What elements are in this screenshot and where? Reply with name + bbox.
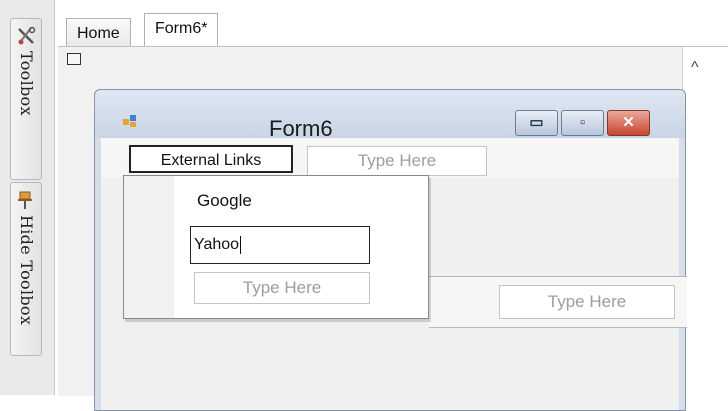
tab-home[interactable]: Home	[66, 18, 131, 49]
form-title-bar[interactable]: Form6 ▭ ▫ ✕	[95, 90, 685, 141]
scroll-up-icon[interactable]: ^	[691, 59, 699, 77]
dropdown-image-margin	[124, 176, 174, 318]
menu-item-yahoo-text: Yahoo	[194, 236, 240, 253]
tab-form6-label: Form6*	[155, 20, 208, 37]
menu-type-here[interactable]: Type Here	[307, 146, 487, 176]
toolbox-tab[interactable]: Toolbox	[10, 18, 42, 180]
text-caret	[240, 235, 242, 254]
menu-item-external-links[interactable]: External Links	[129, 145, 293, 173]
vertical-scrollbar[interactable]: ^	[682, 47, 728, 396]
hide-toolbox-tab[interactable]: Hide Toolbox	[10, 182, 42, 356]
menu-item-google[interactable]: Google	[197, 191, 252, 211]
maximize-button[interactable]: ▫	[561, 110, 604, 136]
form-client-area[interactable]: External Links Type Here Type Here Googl…	[101, 138, 687, 410]
external-links-dropdown: Google Yahoo Type Here	[123, 175, 429, 319]
designer-surface[interactable]: ^ Form6 ▭ ▫ ✕ External Links Type Here T…	[58, 46, 728, 411]
toolstrip-panel: Type Here	[429, 276, 687, 328]
toolbox-strip: Toolbox Hide Toolbox	[0, 0, 55, 395]
tab-form6[interactable]: Form6*	[144, 13, 219, 49]
dropdown-type-here[interactable]: Type Here	[194, 272, 370, 304]
menu-item-edit-field[interactable]: Yahoo	[190, 226, 370, 264]
toolstrip-type-here[interactable]: Type Here	[499, 285, 675, 319]
pin-icon	[18, 191, 32, 209]
close-icon: ✕	[622, 114, 635, 131]
form-window[interactable]: Form6 ▭ ▫ ✕ External Links Type Here Typ…	[94, 89, 687, 411]
tools-icon	[18, 26, 36, 45]
toolbox-label: Toolbox	[17, 51, 36, 116]
hide-toolbox-label: Hide Toolbox	[17, 215, 36, 326]
menu-strip: External Links Type Here	[101, 138, 679, 178]
minimize-button[interactable]: ▭	[515, 110, 558, 136]
minimize-icon: ▭	[529, 114, 544, 131]
close-button[interactable]: ✕	[607, 110, 650, 136]
maximize-icon: ▫	[579, 114, 586, 131]
tab-home-label: Home	[77, 25, 120, 42]
form-app-icon	[123, 115, 136, 127]
component-tray-icon[interactable]	[67, 53, 81, 65]
